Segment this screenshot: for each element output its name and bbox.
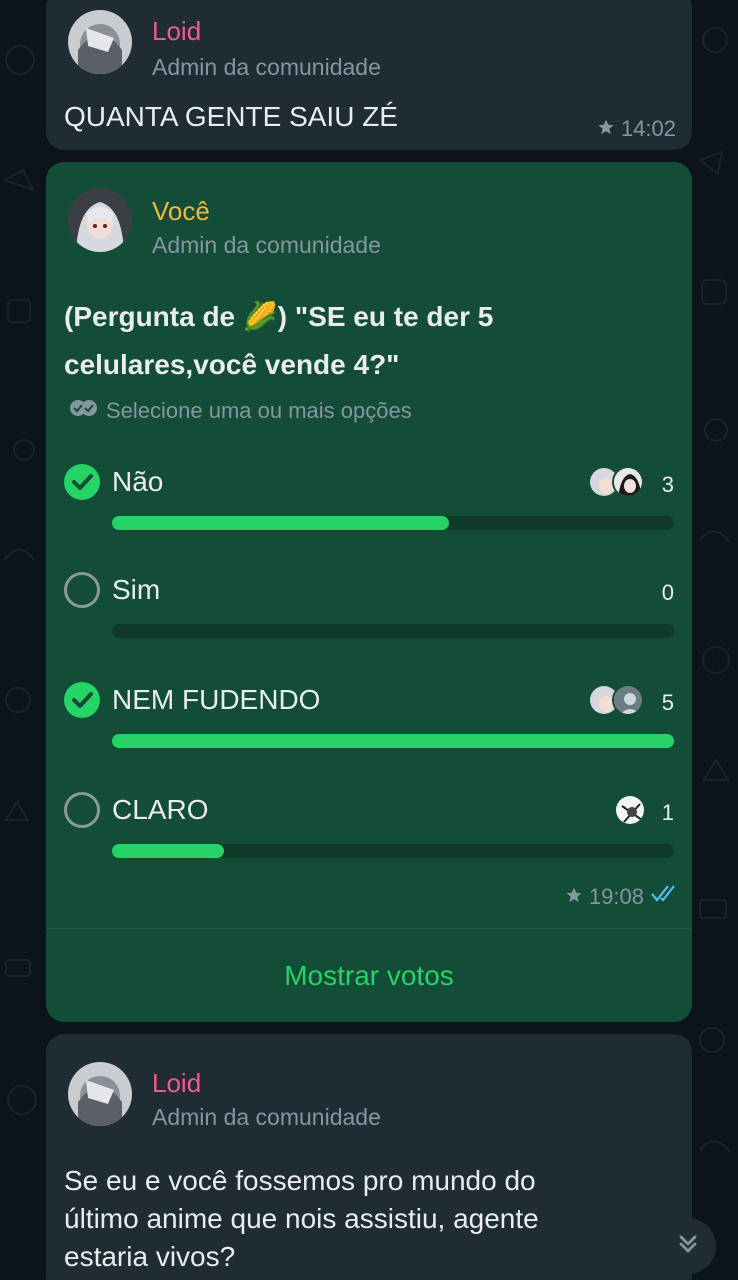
default-avatar-icon	[612, 684, 644, 716]
vote-bar	[112, 516, 674, 530]
poll-option-nao[interactable]: Não 3	[64, 464, 674, 564]
message-meta: 19:08	[565, 884, 680, 910]
poll-hint: Selecione uma ou mais opções	[68, 398, 412, 424]
sender-role: Admin da comunidade	[152, 232, 381, 258]
poll-question-line-1: (Pergunta de 🌽) "SE eu te der 5	[64, 301, 494, 332]
vote-count: 0	[661, 580, 674, 605]
option-label: Sim	[112, 574, 161, 605]
vote-bar	[112, 844, 674, 858]
poll-question-line-2: celulares,você vende 4?"	[64, 349, 400, 380]
double-check-icon	[650, 884, 680, 910]
vote-count: 5	[661, 690, 674, 715]
divider	[46, 928, 692, 929]
message-time: 19:08	[588, 884, 644, 909]
option-label: NEM FUDENDO	[112, 684, 321, 715]
avatar[interactable]	[68, 10, 132, 74]
option-label: CLARO	[112, 794, 209, 825]
message-text: Se eu e você fossemos pro mundo do últim…	[64, 1162, 539, 1276]
message-bubble-loid-2[interactable]: Loid Admin da comunidade Se eu e você fo…	[46, 1034, 692, 1280]
sender-role: Admin da comunidade	[152, 1104, 381, 1130]
poll-question: (Pergunta de 🌽) "SE eu te der 5 celulare…	[64, 298, 493, 384]
sender-name[interactable]: Loid	[152, 1068, 201, 1099]
checkbox-unchecked[interactable]	[64, 792, 100, 828]
avatar	[614, 794, 646, 826]
message-bubble-loid-1[interactable]: Loid Admin da comunidade QUANTA GENTE SA…	[46, 0, 692, 150]
message-time: 14:02	[620, 116, 676, 141]
show-votes-button[interactable]: Mostrar votos	[46, 960, 692, 992]
voter-avatars	[588, 466, 648, 500]
vote-bar-fill	[112, 844, 225, 858]
checkbox-checked[interactable]	[64, 464, 100, 500]
vote-bar	[112, 734, 674, 748]
avatar	[612, 466, 644, 498]
voter-avatars	[612, 794, 648, 828]
chevron-double-down-icon	[674, 1230, 702, 1263]
vote-count: 3	[661, 472, 674, 497]
vote-bar-fill	[112, 516, 450, 530]
poll-hint-text: Selecione uma ou mais opções	[106, 398, 412, 423]
voter-avatars	[588, 684, 648, 718]
poll-message-bubble[interactable]: Você Admin da comunidade (Pergunta de 🌽)…	[46, 162, 692, 1022]
vote-bar-fill	[112, 734, 674, 748]
vote-count: 1	[661, 800, 674, 825]
checkbox-unchecked[interactable]	[64, 572, 100, 608]
message-text-line-2: último anime que nois assistiu, agente	[64, 1203, 539, 1234]
vote-bar	[112, 624, 674, 638]
poll-option-claro[interactable]: CLARO 1	[64, 792, 674, 892]
star-icon	[597, 116, 615, 142]
message-text: QUANTA GENTE SAIU ZÉ	[64, 101, 398, 132]
message-meta: 14:02	[597, 116, 676, 142]
multi-select-icon	[68, 398, 100, 424]
sender-name[interactable]: Loid	[152, 16, 201, 47]
sender-role: Admin da comunidade	[152, 54, 381, 80]
avatar[interactable]	[68, 188, 132, 252]
option-label: Não	[112, 466, 164, 497]
sender-name[interactable]: Você	[152, 196, 210, 227]
message-text-line-1: Se eu e você fossemos pro mundo do	[64, 1165, 536, 1196]
poll-option-nem-fudendo[interactable]: NEM FUDENDO 5	[64, 682, 674, 782]
checkbox-checked[interactable]	[64, 682, 100, 718]
message-text-line-3: estaria vivos?	[64, 1241, 236, 1272]
scroll-down-button[interactable]	[660, 1218, 716, 1274]
avatar[interactable]	[68, 1062, 132, 1126]
star-icon	[565, 884, 583, 910]
poll-option-sim[interactable]: Sim 0	[64, 572, 674, 672]
